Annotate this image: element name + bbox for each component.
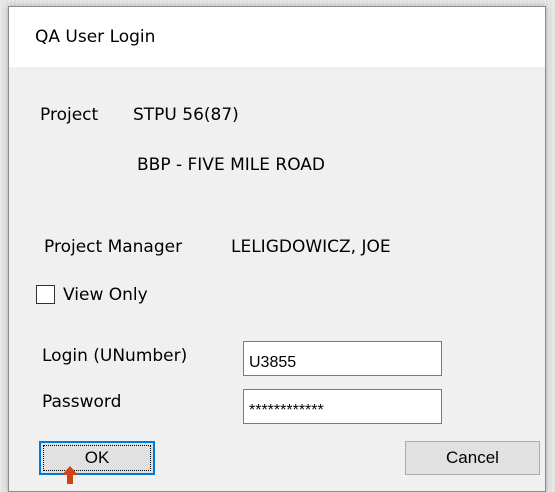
password-input[interactable] xyxy=(243,389,442,424)
view-only-checkbox[interactable] xyxy=(36,285,55,304)
ok-button-label: OK xyxy=(84,448,110,467)
ok-button[interactable]: OK xyxy=(39,441,155,475)
window-title: QA User Login xyxy=(35,27,156,47)
login-label: Login (UNumber) xyxy=(42,346,188,366)
title-bar: QA User Login xyxy=(9,7,545,67)
cancel-button-label: Cancel xyxy=(446,448,499,467)
arrow-pointer-icon xyxy=(62,466,78,484)
project-name: BBP - FIVE MILE ROAD xyxy=(137,155,325,175)
password-label: Password xyxy=(42,392,122,412)
project-manager-name: LELIGDOWICZ, JOE xyxy=(231,237,391,257)
login-input[interactable] xyxy=(243,341,442,376)
cancel-button[interactable]: Cancel xyxy=(405,441,540,475)
project-manager-label: Project Manager xyxy=(44,237,183,257)
project-number: STPU 56(87) xyxy=(133,105,239,125)
project-label: Project xyxy=(40,105,99,125)
qa-user-login-dialog: QA User Login Project STPU 56(87) BBP - … xyxy=(8,6,546,492)
view-only-label[interactable]: View Only xyxy=(63,285,148,305)
